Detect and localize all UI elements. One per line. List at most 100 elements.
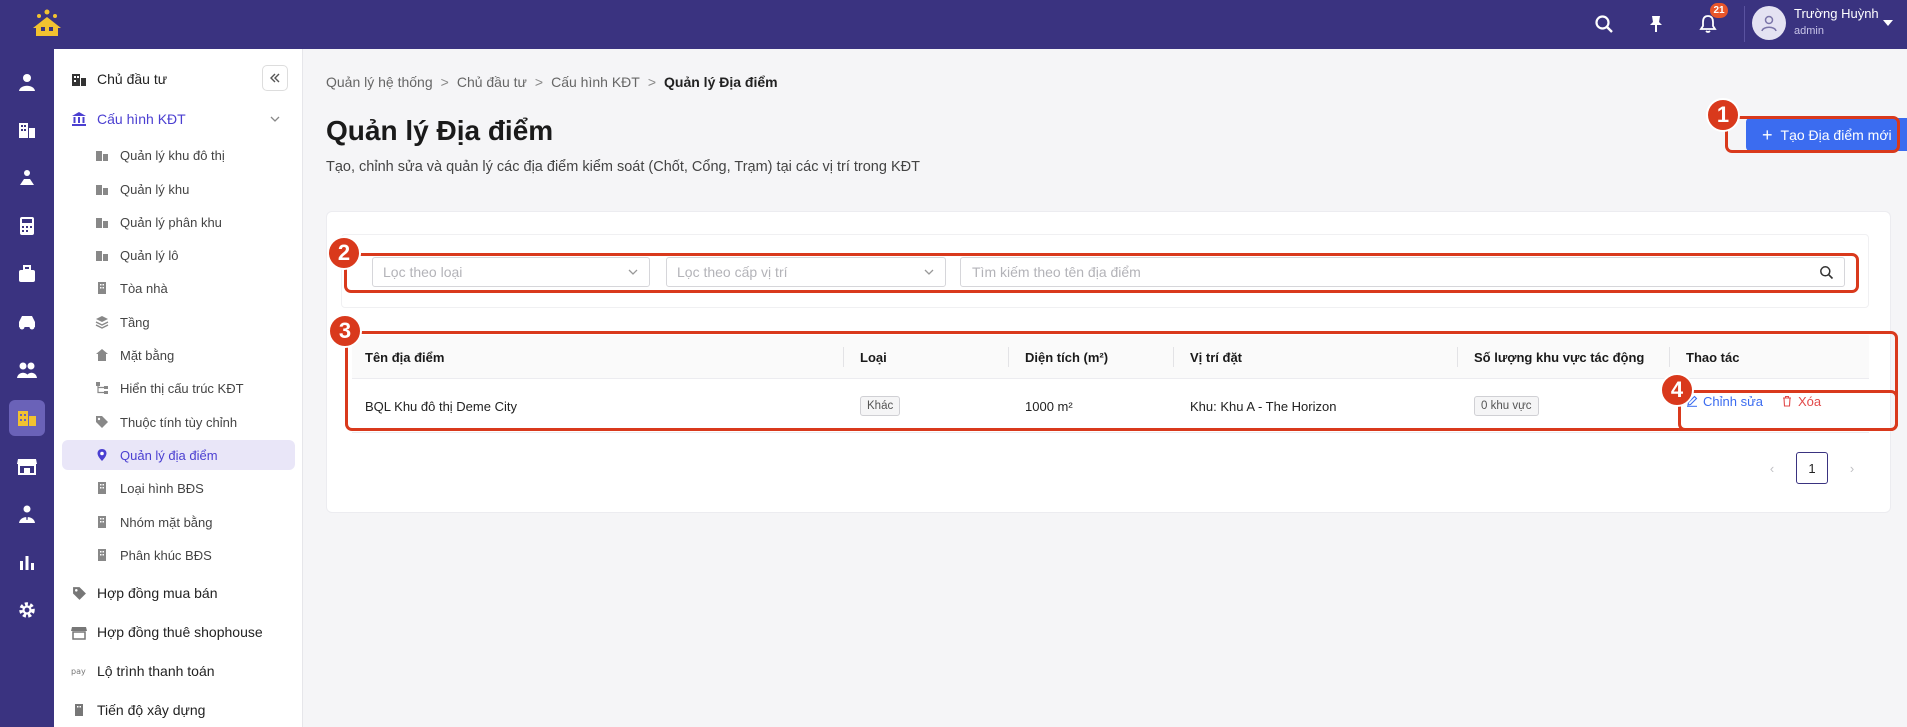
pagination-prev-button[interactable]: ‹: [1760, 452, 1784, 484]
breadcrumb-separator: >: [440, 74, 449, 90]
briefcase-icon[interactable]: [9, 256, 45, 292]
sidebar-item-structure[interactable]: Hiển thị cấu trúc KĐT: [54, 373, 303, 403]
svg-text:pay: pay: [71, 667, 86, 676]
buildings-icon: [94, 181, 110, 197]
icon-rail: [0, 49, 54, 727]
sidebar-item-city[interactable]: Quản lý khu đô thị: [54, 140, 303, 170]
pagination-next-button[interactable]: ›: [1840, 452, 1864, 484]
user-name[interactable]: Trường Huỳnh: [1794, 6, 1879, 21]
sidebar-item-label: Hợp đồng mua bán: [97, 585, 218, 601]
handshake-icon[interactable]: [9, 160, 45, 196]
sidebar-item-shophouse-lease[interactable]: Hợp đồng thuê shophouse: [54, 617, 303, 647]
sidebar-item-label: Quản lý lô: [120, 247, 179, 263]
sidebar-item-construction-progress[interactable]: Tiến độ xây dựng: [54, 695, 303, 725]
annotation-box-4: [1678, 390, 1898, 431]
pin-icon[interactable]: [1641, 9, 1671, 39]
avatar[interactable]: [1752, 6, 1786, 40]
annotation-marker-2: 2: [327, 236, 361, 270]
chevron-down-icon: [270, 116, 280, 122]
building-icon: [94, 280, 110, 296]
sidebar-item-label: Cấu hình KĐT: [97, 111, 186, 127]
sidebar-item-label: Tiến độ xây dựng: [97, 702, 206, 718]
sidebar-item-label: Quản lý phân khu: [120, 214, 222, 230]
breadcrumb: Quản lý hệ thống > Chủ đầu tư > Cấu hình KĐT…: [326, 74, 778, 90]
sidebar-item-building[interactable]: Tòa nhà: [54, 273, 303, 303]
buildings-icon: [94, 214, 110, 230]
building-icon[interactable]: [9, 112, 45, 148]
tag-icon: [71, 585, 87, 601]
user-tie-icon[interactable]: [9, 496, 45, 532]
sidebar-item-lot[interactable]: Quản lý lô: [54, 240, 303, 270]
gear-icon[interactable]: [9, 592, 45, 628]
breadcrumb-current: Quản lý Địa điểm: [664, 74, 778, 90]
double-chevron-left-icon: [270, 73, 280, 83]
sidebar-item-floor-plan[interactable]: Mặt bằng: [54, 340, 303, 370]
app-logo-icon[interactable]: [30, 8, 64, 38]
sidebar-item-plan-group[interactable]: Nhóm mặt bằng: [54, 507, 303, 537]
top-bar: 21 Trường Huỳnh admin: [0, 0, 1907, 49]
tag-icon: [94, 414, 110, 430]
sidebar-item-label: Tầng: [120, 314, 150, 330]
side-nav: Chủ đầu tư Cấu hình KĐT Quản lý khu đô t…: [54, 49, 303, 727]
sidebar-item-label: Chủ đầu tư: [97, 71, 168, 87]
annotation-marker-4: 4: [1660, 373, 1694, 407]
sidebar-item-floor[interactable]: Tầng: [54, 307, 303, 337]
sidebar-item-label: Lộ trình thanh toán: [97, 663, 215, 679]
breadcrumb-item[interactable]: Quản lý hệ thống: [326, 74, 433, 90]
page-description: Tạo, chỉnh sửa và quản lý các địa điểm k…: [326, 159, 920, 175]
sidebar-item-zone[interactable]: Quản lý khu: [54, 174, 303, 204]
buildings-icon: [94, 147, 110, 163]
layers-icon: [94, 314, 110, 330]
sidebar-item-label: Hợp đồng thuê shophouse: [97, 624, 263, 640]
sidebar-item-segment[interactable]: Phân khúc BĐS: [54, 540, 303, 570]
sidebar-item-label: Quản lý khu: [120, 181, 190, 197]
city-icon[interactable]: [9, 400, 45, 436]
sidebar-item-label: Hiển thị cấu trúc KĐT: [120, 380, 244, 396]
sidebar-item-label: Thuộc tính tùy chỉnh: [120, 414, 238, 430]
sidebar-item-label: Phân khúc BĐS: [120, 547, 212, 563]
people-icon[interactable]: [9, 352, 45, 388]
breadcrumb-item[interactable]: Cấu hình KĐT: [551, 74, 640, 90]
top-divider: [1744, 6, 1745, 42]
sidebar-item-property-type[interactable]: Loại hình BĐS: [54, 473, 303, 503]
collapse-sidebar-button[interactable]: [262, 65, 288, 91]
sidebar-item-subzone[interactable]: Quản lý phân khu: [54, 207, 303, 237]
page-title: Quản lý Địa điểm: [326, 115, 554, 146]
sidebar-item-label: Tòa nhà: [120, 280, 168, 296]
tree-structure-icon: [94, 380, 110, 396]
caret-down-icon[interactable]: [1881, 16, 1895, 30]
sidebar-item-sales-contract[interactable]: Hợp đồng mua bán: [54, 578, 303, 608]
pagination-page-1[interactable]: 1: [1796, 452, 1828, 484]
sidebar-item-locations[interactable]: Quản lý địa điểm: [62, 440, 295, 470]
user-role: admin: [1794, 25, 1824, 37]
annotation-box-1: [1725, 116, 1900, 153]
annotation-marker-3: 3: [328, 314, 362, 348]
building-icon: [94, 547, 110, 563]
sidebar-item-label: Quản lý khu đô thị: [120, 147, 225, 163]
annotation-marker-1: 1: [1706, 98, 1740, 132]
calculator-icon[interactable]: [9, 208, 45, 244]
breadcrumb-separator: >: [534, 74, 544, 90]
sidebar-group-city-config[interactable]: Cấu hình KĐT: [54, 104, 303, 134]
breadcrumb-item[interactable]: Chủ đầu tư: [457, 74, 527, 90]
pay-icon: pay: [71, 663, 87, 679]
store-icon: [71, 624, 87, 640]
home-icon: [94, 347, 110, 363]
sidebar-item-custom-attributes[interactable]: Thuộc tính tùy chỉnh: [54, 407, 303, 437]
bank-icon: [71, 111, 87, 127]
sidebar-item-label: Quản lý địa điểm: [120, 447, 218, 463]
location-pin-icon: [94, 447, 110, 463]
building-icon: [94, 480, 110, 496]
sidebar-item-label: Nhóm mặt bằng: [120, 514, 213, 530]
building-icon: [71, 702, 87, 718]
buildings-icon: [94, 247, 110, 263]
person-icon[interactable]: [9, 64, 45, 100]
car-icon[interactable]: [9, 304, 45, 340]
store-icon[interactable]: [9, 448, 45, 484]
search-icon[interactable]: [1589, 9, 1619, 39]
sidebar-item-payment-schedule[interactable]: pay Lộ trình thanh toán: [54, 656, 303, 686]
annotation-box-2: [344, 253, 1859, 293]
sidebar-item-label: Mặt bằng: [120, 347, 175, 363]
sidebar-item-label: Loại hình BĐS: [120, 480, 204, 496]
chart-icon[interactable]: [9, 544, 45, 580]
